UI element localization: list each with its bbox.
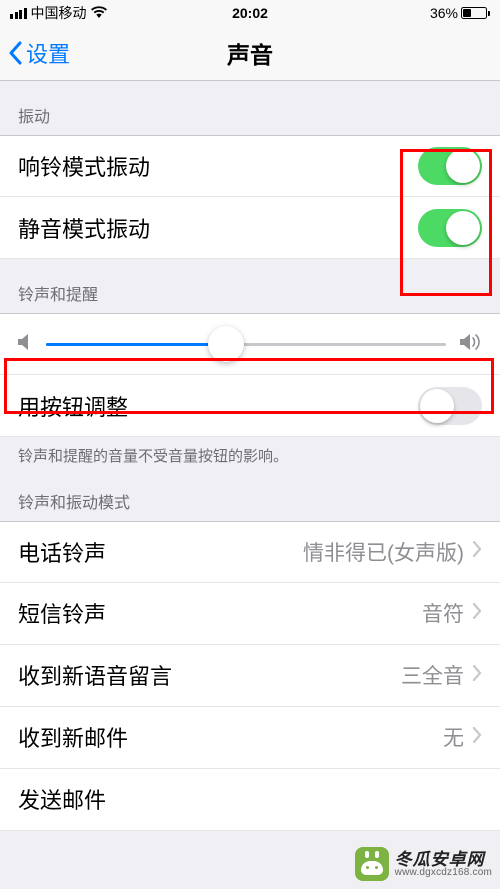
row-voicemail[interactable]: 收到新语音留言 三全音 [0,645,500,707]
toggle-silent-vibrate[interactable] [418,209,482,247]
back-button[interactable]: 设置 [0,37,70,69]
volume-high-icon [460,333,482,356]
page-title: 声音 [227,36,273,70]
row-label: 静音模式振动 [18,212,418,244]
watermark: 冬瓜安卓网 www.dgxcdz168.com [355,847,492,881]
chevron-left-icon [8,41,22,65]
row-label: 响铃模式振动 [18,150,418,182]
row-label: 用按钮调整 [18,390,418,422]
toggle-button-adjust[interactable] [418,387,482,425]
chevron-right-icon [472,603,482,624]
row-label: 发送邮件 [18,783,482,815]
row-silent-vibrate[interactable]: 静音模式振动 [0,197,500,259]
row-ring-vibrate[interactable]: 响铃模式振动 [0,135,500,197]
section-footer-ringer: 铃声和提醒的音量不受音量按钮的影响。 [0,437,500,467]
nav-bar: 设置 声音 [0,26,500,81]
toggle-ring-vibrate[interactable] [418,147,482,185]
row-new-mail[interactable]: 收到新邮件 无 [0,707,500,769]
section-header-vibrate: 振动 [0,81,500,135]
status-time: 20:02 [232,5,268,21]
volume-slider[interactable] [46,343,446,346]
row-ringtone[interactable]: 电话铃声 情非得已(女声版) [0,521,500,583]
carrier-label: 中国移动 [31,3,87,23]
chevron-right-icon [472,727,482,748]
row-sent-mail[interactable]: 发送邮件 [0,769,500,831]
row-label: 收到新邮件 [18,721,443,753]
volume-low-icon [18,333,32,356]
chevron-right-icon [472,541,482,562]
back-label: 设置 [26,37,70,69]
watermark-logo-icon [355,847,389,881]
row-label: 短信铃声 [18,597,422,629]
status-bar: 中国移动 20:02 36% [0,0,500,26]
status-right: 36% [430,5,490,21]
row-label: 收到新语音留言 [18,659,401,691]
row-volume-slider[interactable] [0,313,500,375]
row-value: 情非得已(女声版) [303,537,464,567]
battery-icon [461,7,490,19]
row-value: 无 [443,722,464,752]
wifi-icon [91,5,107,21]
slider-thumb[interactable] [208,326,244,362]
chevron-right-icon [472,665,482,686]
row-value: 三全音 [401,660,464,690]
row-button-adjust[interactable]: 用按钮调整 [0,375,500,437]
signal-icon [10,8,27,19]
section-header-ringer: 铃声和提醒 [0,259,500,313]
row-label: 电话铃声 [18,536,303,568]
watermark-name: 冬瓜安卓网 [395,851,492,868]
status-left: 中国移动 [10,3,107,23]
battery-pct: 36% [430,5,458,21]
row-value: 音符 [422,598,464,628]
section-header-patterns: 铃声和振动模式 [0,467,500,521]
row-text-tone[interactable]: 短信铃声 音符 [0,583,500,645]
watermark-url: www.dgxcdz168.com [395,868,492,878]
